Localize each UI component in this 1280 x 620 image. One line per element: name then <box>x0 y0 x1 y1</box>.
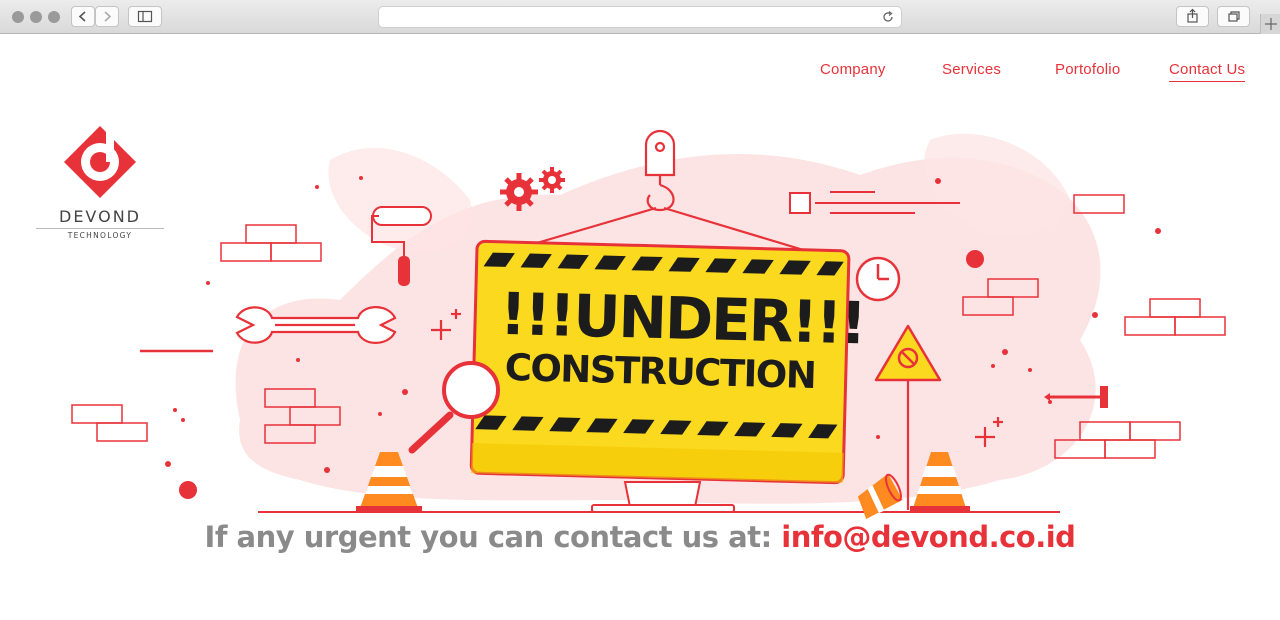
nav-company[interactable]: Company <box>820 61 886 78</box>
brand-tagline: TECHNOLOGY <box>67 231 133 240</box>
new-tab-icon <box>1265 18 1277 30</box>
brand-name: DEVOND <box>59 207 141 226</box>
new-tab-button[interactable] <box>1260 14 1280 34</box>
zoom-window-button[interactable] <box>48 11 60 23</box>
reload-icon[interactable] <box>881 10 895 24</box>
share-icon <box>1187 8 1198 23</box>
forward-button[interactable] <box>95 6 119 27</box>
brand-divider <box>36 228 164 229</box>
tabs-icon <box>1228 11 1240 22</box>
nav-portfolio[interactable]: Portofolio <box>1055 61 1120 78</box>
back-button[interactable] <box>71 6 95 27</box>
sign-title-line2: CONSTRUCTION <box>504 345 816 398</box>
contact-message: If any urgent you can contact us at: inf… <box>0 520 1280 554</box>
sign-title-line1: !!!UNDER!!! <box>499 279 866 358</box>
devond-d-diamond-logo <box>64 126 136 198</box>
nav-contact-us[interactable]: Contact Us <box>1169 61 1246 82</box>
share-button[interactable] <box>1176 6 1209 27</box>
construction-illustration <box>64 126 1226 520</box>
nav-services[interactable]: Services <box>942 61 1001 78</box>
forward-icon <box>104 11 112 22</box>
sidebar-icon <box>137 10 153 23</box>
sidebar-button[interactable] <box>128 6 162 27</box>
address-bar[interactable] <box>378 6 902 28</box>
contact-lead-text: If any urgent you can contact us at: <box>204 520 773 554</box>
bricks-left-bottom <box>71 404 148 442</box>
back-icon <box>78 11 86 22</box>
contact-email-link[interactable]: info@devond.co.id <box>781 520 1076 554</box>
minimize-window-button[interactable] <box>30 11 42 23</box>
browser-toolbar <box>0 0 1280 34</box>
bricks-left-top <box>220 224 322 262</box>
tabs-button[interactable] <box>1217 6 1250 27</box>
close-window-button[interactable] <box>12 11 24 23</box>
